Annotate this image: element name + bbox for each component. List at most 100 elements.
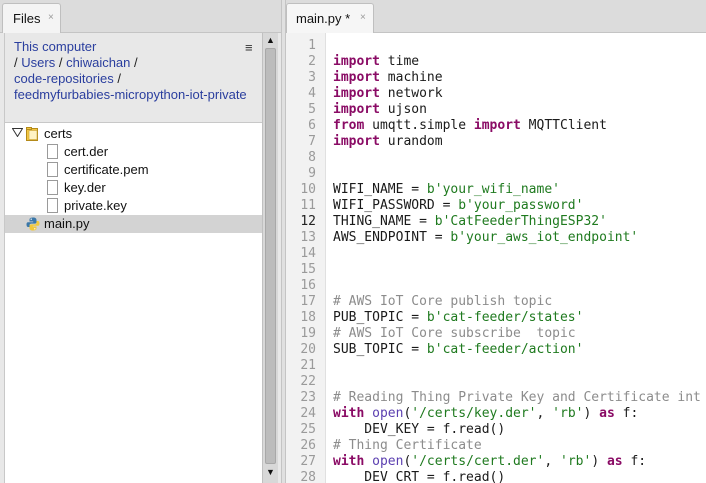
code-token: ) xyxy=(591,454,607,469)
breadcrumb-project-folder[interactable]: feedmyfurbabies-micropython-iot-private xyxy=(14,87,247,102)
code-token: # Reading Thing Private Key and Certific… xyxy=(333,390,701,405)
code-token: WIFI_PASSWORD = xyxy=(333,198,459,213)
line-number-gutter: 1 2 3 4 5 6 7 8 9 10 11 12 13 14 15 16 17 18 19 20 21 22 23 24 2… xyxy=(286,33,326,483)
tree-item-file[interactable]: key.der xyxy=(5,179,263,197)
code-token: as xyxy=(599,406,615,421)
code-line: # Thing Certificate xyxy=(333,438,482,454)
files-scrollbar[interactable]: ▲ ▼ xyxy=(262,33,278,483)
file-icon xyxy=(47,180,58,195)
code-token: , xyxy=(536,406,553,421)
triangle-down-icon[interactable] xyxy=(11,128,24,140)
line-number: 28 xyxy=(300,470,316,483)
line-number: 24 xyxy=(300,406,316,421)
tree-item-file[interactable]: private.key xyxy=(5,197,263,215)
files-tab-strip: Files × xyxy=(0,0,281,33)
line-number: 12 xyxy=(300,214,316,229)
tree-item-label: cert.der xyxy=(64,144,109,159)
tab-files[interactable]: Files × xyxy=(2,3,61,33)
tree-item-label: private.key xyxy=(64,198,127,213)
code-line: WIFI_PASSWORD = b'your_password' xyxy=(333,198,583,214)
code-token: with xyxy=(333,406,365,421)
tree-item-label: certs xyxy=(44,126,73,141)
code-line: # Reading Thing Private Key and Certific… xyxy=(333,390,701,406)
code-token: b'your_aws_iot_endpoint' xyxy=(450,230,639,245)
scroll-up-icon[interactable]: ▲ xyxy=(263,33,278,47)
line-number: 4 xyxy=(308,86,316,101)
line-number: 15 xyxy=(300,262,316,277)
code-token: PUB_TOPIC = xyxy=(333,310,427,325)
tree-item-label: key.der xyxy=(64,180,106,195)
code-token: ujson xyxy=(379,102,427,117)
code-token: 'rb' xyxy=(560,454,592,469)
code-token: open xyxy=(372,406,404,421)
line-number: 25 xyxy=(300,422,316,437)
tab-main-py[interactable]: main.py * × xyxy=(286,3,374,33)
breadcrumb-separator: / xyxy=(117,71,121,86)
code-line: with open('/certs/cert.der', 'rb') as f: xyxy=(333,454,646,470)
code-token: f: xyxy=(614,406,639,421)
breadcrumb-chiwaichan[interactable]: chiwaichan xyxy=(66,55,130,70)
tree-item-file[interactable]: certificate.pem xyxy=(5,161,263,179)
code-token: time xyxy=(379,54,420,69)
code-line: # AWS IoT Core publish topic xyxy=(333,294,552,310)
code-token: DEV_CRT = f.read() xyxy=(333,470,506,483)
close-icon[interactable]: × xyxy=(48,12,54,23)
code-token: WIFI_NAME = xyxy=(333,182,427,197)
line-number: 16 xyxy=(300,278,316,293)
code-token: as xyxy=(606,454,623,469)
file-icon xyxy=(47,162,58,177)
code-line: AWS_ENDPOINT = b'your_aws_iot_endpoint' xyxy=(333,230,638,246)
breadcrumb-this-computer[interactable]: This computer xyxy=(14,39,96,54)
line-number: 5 xyxy=(308,102,316,117)
line-number: 10 xyxy=(300,182,316,197)
code-token: urandom xyxy=(379,134,443,149)
line-number: 26 xyxy=(300,438,316,453)
code-token: f: xyxy=(622,454,647,469)
code-token: ) xyxy=(583,406,600,421)
close-icon[interactable]: × xyxy=(360,12,366,23)
tree-item-certs[interactable]: certs xyxy=(5,125,263,143)
code-token: 'rb' xyxy=(552,406,584,421)
code-line: WIFI_NAME = b'your_wifi_name' xyxy=(333,182,560,198)
breadcrumb: This computer / Users / chiwaichan / cod… xyxy=(5,33,263,123)
code-token: machine xyxy=(379,70,443,85)
code-line: PUB_TOPIC = b'cat-feeder/states' xyxy=(333,310,583,326)
tab-files-label: Files xyxy=(13,11,41,26)
file-icon xyxy=(47,144,58,159)
code-token: b'cat-feeder/states' xyxy=(426,310,584,325)
tree-item-file[interactable]: cert.der xyxy=(5,143,263,161)
code-line: SUB_TOPIC = b'cat-feeder/action' xyxy=(333,342,583,358)
tab-main-py-label: main.py * xyxy=(296,11,351,26)
code-line: from umqtt.simple import MQTTClient xyxy=(333,118,607,134)
scrollbar-thumb[interactable] xyxy=(265,48,276,464)
code-token: open xyxy=(372,454,404,469)
code-token: '/certs/key.der' xyxy=(411,406,537,421)
tree-item-main-py[interactable]: main.py xyxy=(5,215,263,233)
code-token: SUB_TOPIC = xyxy=(333,342,427,357)
breadcrumb-separator: / xyxy=(14,55,18,70)
editor-pane: main.py * × 1 2 3 4 5 6 7 8 9 10 11 12 13 14 15 16 17 18 1… xyxy=(286,0,706,483)
code-token: from xyxy=(333,118,365,133)
code-editor[interactable]: import time import machine import network i… xyxy=(333,33,706,483)
breadcrumb-separator: / xyxy=(134,55,138,70)
code-line: DEV_KEY = f.read() xyxy=(333,422,505,438)
breadcrumb-code-repositories[interactable]: code-repositories xyxy=(14,71,114,86)
breadcrumb-line: / Users / chiwaichan / xyxy=(14,55,138,71)
code-token: AWS_ENDPOINT = xyxy=(333,230,451,245)
code-line: # AWS IoT Core subscribe topic xyxy=(333,326,576,342)
code-token: THING_NAME = xyxy=(333,214,435,229)
code-line: THING_NAME = b'CatFeederThingESP32' xyxy=(333,214,607,230)
code-token: b'cat-feeder/action' xyxy=(426,342,584,357)
files-pane: Files × This computer / Users / chiwaich… xyxy=(0,0,281,483)
line-number: 7 xyxy=(308,134,316,149)
breadcrumb-line: This computer xyxy=(14,39,96,55)
menu-icon[interactable]: ≡ xyxy=(245,40,253,55)
code-token: import xyxy=(333,54,380,69)
breadcrumb-users[interactable]: Users xyxy=(21,55,55,70)
line-number: 18 xyxy=(300,310,316,325)
code-line: import urandom xyxy=(333,134,443,150)
line-number: 20 xyxy=(300,342,316,357)
scroll-down-icon[interactable]: ▼ xyxy=(263,465,278,479)
